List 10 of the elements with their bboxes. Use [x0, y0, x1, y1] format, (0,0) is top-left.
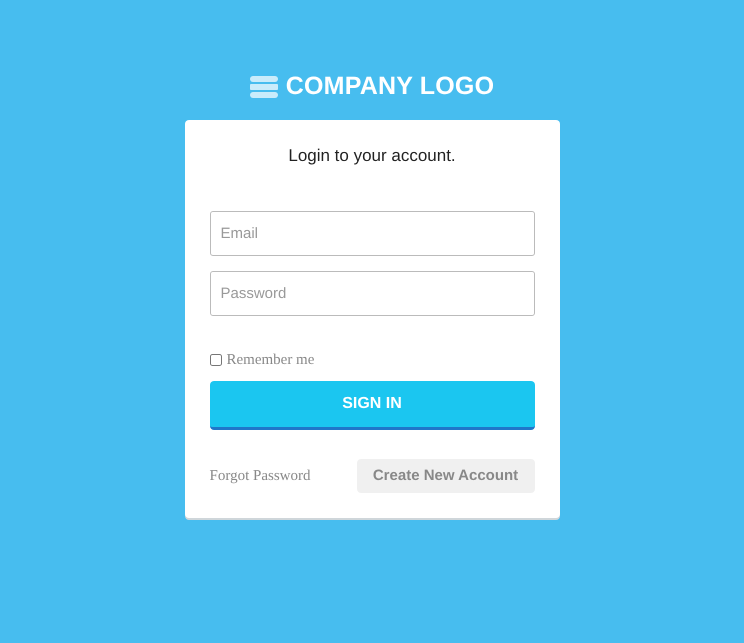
forgot-password-link[interactable]: Forgot Password	[210, 464, 310, 488]
password-field[interactable]: Password	[210, 271, 534, 316]
remember-checkbox[interactable]	[210, 354, 222, 366]
card-title: Login to your account.	[287, 146, 457, 166]
sign-in-button[interactable]: SIGN IN	[210, 381, 534, 430]
email-field[interactable]: Email	[210, 211, 534, 256]
logo-icon	[250, 76, 278, 98]
remember-label: Remember me	[226, 350, 314, 370]
logo-text: COMPANY LOGO	[286, 71, 494, 102]
create-account-button[interactable]: Create New Account	[356, 459, 534, 493]
